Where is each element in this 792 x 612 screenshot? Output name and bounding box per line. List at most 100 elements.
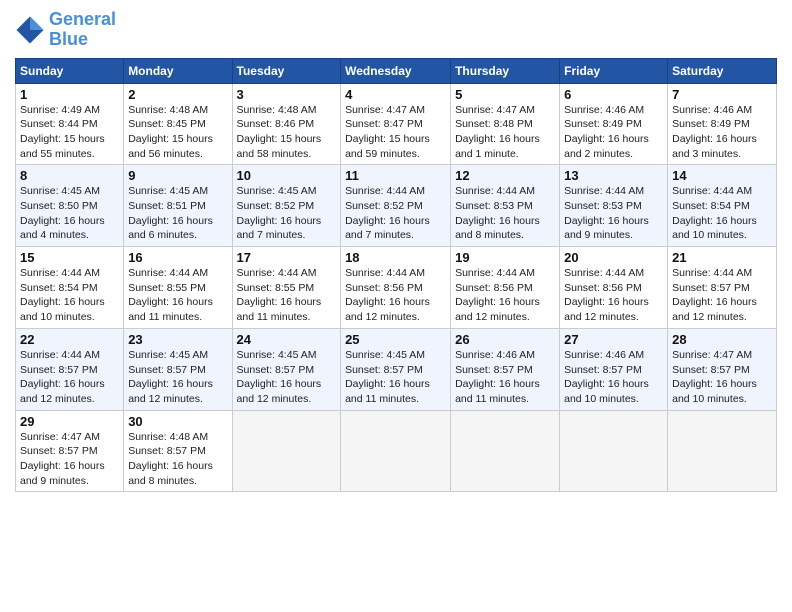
day-info: Sunrise: 4:44 AM Sunset: 8:54 PM Dayligh…	[672, 184, 772, 243]
page: General Blue SundayMondayTuesdayWednesda…	[0, 0, 792, 612]
calendar-cell: 29Sunrise: 4:47 AM Sunset: 8:57 PM Dayli…	[16, 410, 124, 492]
day-header-friday: Friday	[560, 58, 668, 83]
day-number: 9	[128, 168, 227, 183]
calendar-cell	[668, 410, 777, 492]
day-header-thursday: Thursday	[451, 58, 560, 83]
day-info: Sunrise: 4:44 AM Sunset: 8:55 PM Dayligh…	[128, 266, 227, 325]
day-number: 17	[237, 250, 337, 265]
day-number: 20	[564, 250, 663, 265]
day-header-monday: Monday	[124, 58, 232, 83]
day-info: Sunrise: 4:45 AM Sunset: 8:57 PM Dayligh…	[237, 348, 337, 407]
day-info: Sunrise: 4:48 AM Sunset: 8:45 PM Dayligh…	[128, 103, 227, 162]
calendar-cell: 8Sunrise: 4:45 AM Sunset: 8:50 PM Daylig…	[16, 165, 124, 247]
calendar-header-row: SundayMondayTuesdayWednesdayThursdayFrid…	[16, 58, 777, 83]
day-header-sunday: Sunday	[16, 58, 124, 83]
calendar-cell: 16Sunrise: 4:44 AM Sunset: 8:55 PM Dayli…	[124, 247, 232, 329]
day-number: 19	[455, 250, 555, 265]
calendar-cell: 23Sunrise: 4:45 AM Sunset: 8:57 PM Dayli…	[124, 328, 232, 410]
day-number: 23	[128, 332, 227, 347]
day-info: Sunrise: 4:49 AM Sunset: 8:44 PM Dayligh…	[20, 103, 119, 162]
day-info: Sunrise: 4:46 AM Sunset: 8:57 PM Dayligh…	[564, 348, 663, 407]
day-info: Sunrise: 4:44 AM Sunset: 8:57 PM Dayligh…	[20, 348, 119, 407]
calendar-week-row: 1Sunrise: 4:49 AM Sunset: 8:44 PM Daylig…	[16, 83, 777, 165]
calendar-cell: 12Sunrise: 4:44 AM Sunset: 8:53 PM Dayli…	[451, 165, 560, 247]
day-info: Sunrise: 4:46 AM Sunset: 8:57 PM Dayligh…	[455, 348, 555, 407]
day-number: 2	[128, 87, 227, 102]
day-number: 18	[345, 250, 446, 265]
day-number: 10	[237, 168, 337, 183]
day-info: Sunrise: 4:45 AM Sunset: 8:51 PM Dayligh…	[128, 184, 227, 243]
logo: General Blue	[15, 10, 116, 50]
calendar-cell: 28Sunrise: 4:47 AM Sunset: 8:57 PM Dayli…	[668, 328, 777, 410]
day-number: 13	[564, 168, 663, 183]
calendar-cell: 26Sunrise: 4:46 AM Sunset: 8:57 PM Dayli…	[451, 328, 560, 410]
day-info: Sunrise: 4:45 AM Sunset: 8:52 PM Dayligh…	[237, 184, 337, 243]
calendar-cell: 27Sunrise: 4:46 AM Sunset: 8:57 PM Dayli…	[560, 328, 668, 410]
day-number: 27	[564, 332, 663, 347]
day-number: 21	[672, 250, 772, 265]
day-number: 4	[345, 87, 446, 102]
day-number: 14	[672, 168, 772, 183]
calendar: SundayMondayTuesdayWednesdayThursdayFrid…	[15, 58, 777, 493]
day-info: Sunrise: 4:44 AM Sunset: 8:54 PM Dayligh…	[20, 266, 119, 325]
day-info: Sunrise: 4:44 AM Sunset: 8:55 PM Dayligh…	[237, 266, 337, 325]
day-number: 7	[672, 87, 772, 102]
day-info: Sunrise: 4:47 AM Sunset: 8:47 PM Dayligh…	[345, 103, 446, 162]
header: General Blue	[15, 10, 777, 50]
calendar-cell: 17Sunrise: 4:44 AM Sunset: 8:55 PM Dayli…	[232, 247, 341, 329]
day-info: Sunrise: 4:44 AM Sunset: 8:53 PM Dayligh…	[455, 184, 555, 243]
day-number: 8	[20, 168, 119, 183]
calendar-cell	[341, 410, 451, 492]
day-info: Sunrise: 4:45 AM Sunset: 8:50 PM Dayligh…	[20, 184, 119, 243]
day-info: Sunrise: 4:46 AM Sunset: 8:49 PM Dayligh…	[564, 103, 663, 162]
day-number: 26	[455, 332, 555, 347]
calendar-cell: 11Sunrise: 4:44 AM Sunset: 8:52 PM Dayli…	[341, 165, 451, 247]
day-number: 24	[237, 332, 337, 347]
calendar-cell: 24Sunrise: 4:45 AM Sunset: 8:57 PM Dayli…	[232, 328, 341, 410]
calendar-cell: 7Sunrise: 4:46 AM Sunset: 8:49 PM Daylig…	[668, 83, 777, 165]
calendar-week-row: 22Sunrise: 4:44 AM Sunset: 8:57 PM Dayli…	[16, 328, 777, 410]
day-info: Sunrise: 4:48 AM Sunset: 8:46 PM Dayligh…	[237, 103, 337, 162]
day-info: Sunrise: 4:45 AM Sunset: 8:57 PM Dayligh…	[128, 348, 227, 407]
calendar-cell: 9Sunrise: 4:45 AM Sunset: 8:51 PM Daylig…	[124, 165, 232, 247]
calendar-cell	[232, 410, 341, 492]
calendar-cell: 18Sunrise: 4:44 AM Sunset: 8:56 PM Dayli…	[341, 247, 451, 329]
day-info: Sunrise: 4:45 AM Sunset: 8:57 PM Dayligh…	[345, 348, 446, 407]
day-number: 22	[20, 332, 119, 347]
logo-text: General Blue	[49, 10, 116, 50]
day-number: 3	[237, 87, 337, 102]
day-header-wednesday: Wednesday	[341, 58, 451, 83]
calendar-cell: 5Sunrise: 4:47 AM Sunset: 8:48 PM Daylig…	[451, 83, 560, 165]
day-info: Sunrise: 4:44 AM Sunset: 8:57 PM Dayligh…	[672, 266, 772, 325]
day-number: 30	[128, 414, 227, 429]
calendar-cell: 2Sunrise: 4:48 AM Sunset: 8:45 PM Daylig…	[124, 83, 232, 165]
calendar-week-row: 15Sunrise: 4:44 AM Sunset: 8:54 PM Dayli…	[16, 247, 777, 329]
day-number: 5	[455, 87, 555, 102]
day-number: 1	[20, 87, 119, 102]
day-number: 25	[345, 332, 446, 347]
day-number: 15	[20, 250, 119, 265]
logo-icon	[15, 15, 45, 45]
day-info: Sunrise: 4:47 AM Sunset: 8:48 PM Dayligh…	[455, 103, 555, 162]
day-info: Sunrise: 4:44 AM Sunset: 8:53 PM Dayligh…	[564, 184, 663, 243]
calendar-cell: 1Sunrise: 4:49 AM Sunset: 8:44 PM Daylig…	[16, 83, 124, 165]
day-number: 16	[128, 250, 227, 265]
calendar-cell: 6Sunrise: 4:46 AM Sunset: 8:49 PM Daylig…	[560, 83, 668, 165]
calendar-cell: 15Sunrise: 4:44 AM Sunset: 8:54 PM Dayli…	[16, 247, 124, 329]
calendar-cell	[451, 410, 560, 492]
day-header-tuesday: Tuesday	[232, 58, 341, 83]
day-header-saturday: Saturday	[668, 58, 777, 83]
calendar-cell: 14Sunrise: 4:44 AM Sunset: 8:54 PM Dayli…	[668, 165, 777, 247]
day-info: Sunrise: 4:46 AM Sunset: 8:49 PM Dayligh…	[672, 103, 772, 162]
calendar-cell: 20Sunrise: 4:44 AM Sunset: 8:56 PM Dayli…	[560, 247, 668, 329]
day-number: 11	[345, 168, 446, 183]
calendar-cell: 3Sunrise: 4:48 AM Sunset: 8:46 PM Daylig…	[232, 83, 341, 165]
day-info: Sunrise: 4:47 AM Sunset: 8:57 PM Dayligh…	[672, 348, 772, 407]
calendar-cell: 10Sunrise: 4:45 AM Sunset: 8:52 PM Dayli…	[232, 165, 341, 247]
calendar-cell	[560, 410, 668, 492]
calendar-cell: 25Sunrise: 4:45 AM Sunset: 8:57 PM Dayli…	[341, 328, 451, 410]
calendar-cell: 30Sunrise: 4:48 AM Sunset: 8:57 PM Dayli…	[124, 410, 232, 492]
calendar-cell: 21Sunrise: 4:44 AM Sunset: 8:57 PM Dayli…	[668, 247, 777, 329]
day-number: 12	[455, 168, 555, 183]
day-info: Sunrise: 4:44 AM Sunset: 8:56 PM Dayligh…	[345, 266, 446, 325]
